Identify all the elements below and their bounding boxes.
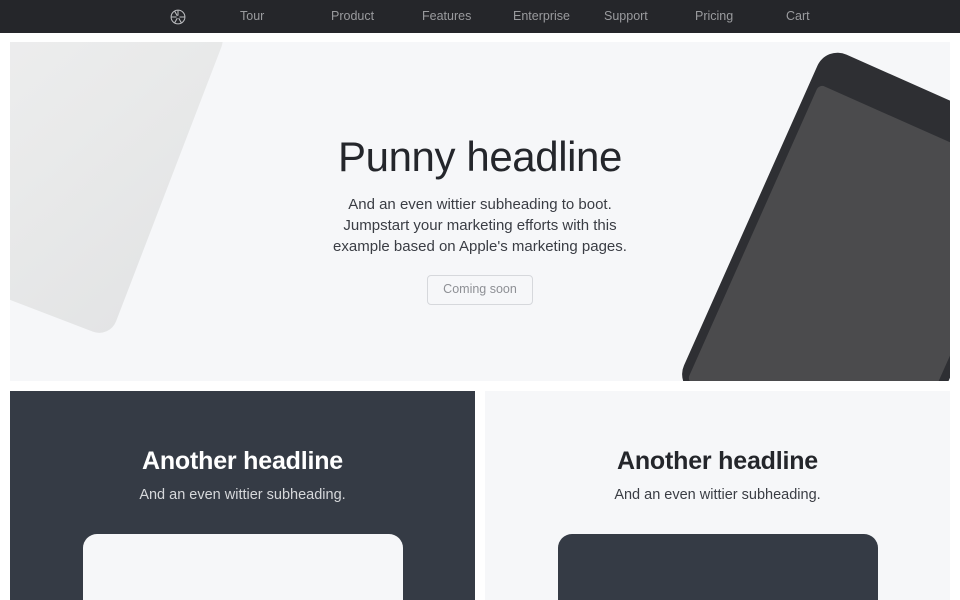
nav-link-cart[interactable]: Cart [786, 10, 877, 23]
hero-copy: Punny headline And an even wittier subhe… [10, 133, 950, 305]
feature-card-dark: Another headline And an even wittier sub… [10, 391, 475, 600]
hero-subtitle: And an even wittier subheading to boot. … [333, 196, 627, 256]
nav-link-product[interactable]: Product [331, 10, 422, 23]
nav-links: Tour Product Features Enterprise Support… [240, 10, 877, 23]
feature-card-light-device-mockup [557, 534, 878, 600]
nav-link-support[interactable]: Support [604, 10, 695, 23]
nav-link-pricing[interactable]: Pricing [695, 10, 786, 23]
nav-link-features[interactable]: Features [422, 10, 513, 23]
feature-card-dark-subtitle: And an even wittier subheading. [139, 486, 346, 503]
feature-card-light: Another headline And an even wittier sub… [485, 391, 950, 600]
feature-card-light-title: Another headline [617, 447, 818, 475]
feature-card-dark-device-mockup [82, 534, 403, 600]
feature-cards: Another headline And an even wittier sub… [10, 391, 950, 600]
page-content: Punny headline And an even wittier subhe… [0, 33, 960, 600]
site-logo-link[interactable] [168, 7, 188, 27]
feature-card-dark-title: Another headline [142, 447, 343, 475]
nav-link-enterprise[interactable]: Enterprise [513, 10, 604, 23]
hero-title: Punny headline [338, 133, 622, 180]
hero-section: Punny headline And an even wittier subhe… [10, 42, 950, 381]
nav-link-tour[interactable]: Tour [240, 10, 331, 23]
coming-soon-button[interactable]: Coming soon [427, 275, 533, 305]
feature-card-light-subtitle: And an even wittier subheading. [614, 486, 821, 503]
aperture-icon [169, 8, 187, 26]
top-navigation-bar: Tour Product Features Enterprise Support… [0, 0, 960, 33]
